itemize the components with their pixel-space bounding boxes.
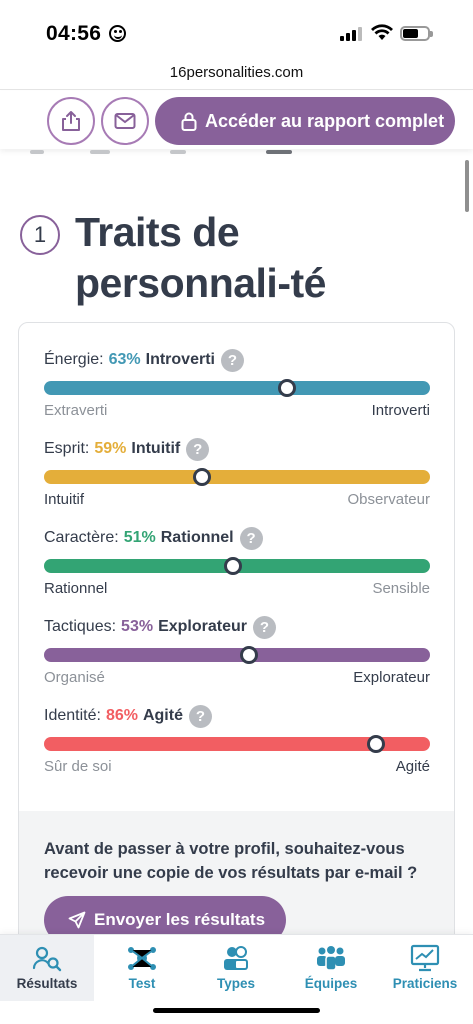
trait-bar-marker: [239, 646, 258, 664]
envelope-icon: [114, 113, 136, 129]
email-button[interactable]: [101, 97, 149, 145]
trait-heading: Identité: 86% Agité?: [44, 704, 430, 728]
trait-percent: 86%: [105, 707, 138, 724]
trait-name: Explorateur: [158, 618, 247, 635]
trait-bar: [44, 468, 430, 486]
trait-bar-labels: Organisé Explorateur: [44, 669, 430, 686]
hero-image-edge: [20, 150, 300, 158]
url-text: 16personalities.com: [169, 64, 304, 81]
trait-right-pole: Sensible: [372, 580, 430, 597]
help-icon[interactable]: ?: [220, 348, 244, 372]
nav-practitioners[interactable]: Praticiens: [378, 935, 472, 1001]
traits-card: Énergie: 63% Introverti? Extraverti Introver…: [18, 322, 455, 962]
trait-name: Rationnel: [160, 529, 234, 546]
help-icon[interactable]: ?: [253, 615, 276, 639]
trait-left-pole: Rationnel: [44, 580, 108, 597]
trait-name: Agité: [142, 707, 183, 724]
nav-types[interactable]: Types: [189, 935, 283, 1001]
trait-row: Tactiques: 53% Explorateur? Organisé Explora…: [44, 615, 430, 686]
trait-percent: 59%: [94, 440, 127, 457]
trait-name: Intuitif: [131, 440, 181, 457]
help-icon[interactable]: ?: [186, 437, 210, 461]
action-row: Accéder au rapport complet: [0, 91, 473, 149]
trait-percent: 63%: [108, 351, 141, 368]
nav-test[interactable]: Test: [95, 935, 189, 1001]
trait-row: Caractère: 51% Rationnel? Rationnel Sensible: [44, 526, 430, 597]
nav-results[interactable]: Résultats: [0, 935, 94, 1001]
email-prompt-text: Avant de passer à votre profil, souhaite…: [44, 840, 418, 882]
trait-percent: 53%: [121, 618, 154, 635]
send-results-label: Envoyer les résultats: [94, 910, 266, 929]
teams-icon: [317, 946, 345, 971]
help-icon[interactable]: ?: [239, 526, 263, 550]
trait-category: Identité:: [44, 707, 101, 724]
full-report-label: Accéder au rapport complet: [205, 110, 445, 131]
trait-bar: [44, 379, 430, 397]
trait-bar-marker: [366, 735, 385, 753]
trait-category: Esprit:: [44, 440, 90, 457]
scrollbar-thumb[interactable]: [465, 160, 469, 212]
trait-percent: 51%: [123, 529, 156, 546]
trait-bar: [44, 735, 430, 753]
nav-test-label: Test: [128, 976, 156, 991]
results-search-icon: [32, 946, 62, 972]
trait-category: Tactiques:: [44, 618, 117, 635]
share-button[interactable]: [47, 97, 95, 145]
trait-right-pole: Observateur: [347, 491, 430, 508]
trait-bar-marker: [278, 379, 297, 397]
trait-bar: [44, 646, 430, 664]
nav-teams-label: Équipes: [304, 976, 358, 991]
trait-row: Énergie: 63% Introverti? Extraverti Introver…: [44, 348, 430, 419]
paper-plane-icon: [68, 911, 86, 929]
trait-category: Énergie:: [44, 351, 104, 368]
trait-left-pole: Extraverti: [44, 402, 108, 419]
trait-heading: Esprit: 59% Intuitif?: [44, 437, 430, 461]
trait-row: Identité: 86% Agité? Sûr de soi Agité: [44, 704, 430, 775]
trait-bar-labels: Sûr de soi Agité: [44, 758, 430, 775]
trait-left-pole: Organisé: [44, 669, 105, 686]
trait-bar-labels: Extraverti Introverti: [44, 402, 430, 419]
cellular-signal-icon: [340, 27, 362, 41]
status-bar: 04:56: [0, 0, 473, 64]
full-report-button[interactable]: Accéder au rapport complet: [155, 97, 455, 145]
trait-bar-marker: [193, 468, 212, 486]
lock-icon: [181, 112, 197, 131]
url-bar[interactable]: 16personalities.com: [0, 60, 473, 90]
nav-types-label: Types: [216, 976, 255, 991]
section-title: Traits de personnali-té: [75, 209, 326, 306]
share-icon: [62, 111, 80, 131]
trait-bar-labels: Rationnel Sensible: [44, 580, 430, 597]
trait-heading: Tactiques: 53% Explorateur?: [44, 615, 430, 639]
trait-right-pole: Agité: [395, 758, 430, 775]
trait-row: Esprit: 59% Intuitif? Intuitif Observateur: [44, 437, 430, 508]
network-icon: [128, 947, 156, 970]
nav-teams[interactable]: Équipes: [284, 935, 378, 1001]
trait-heading: Énergie: 63% Introverti?: [44, 348, 430, 372]
trait-left-pole: Intuitif: [44, 491, 85, 508]
trait-bar-labels: Intuitif Observateur: [44, 491, 430, 508]
nav-results-label: Résultats: [16, 976, 78, 991]
chart-board-icon: [410, 944, 440, 972]
trait-left-pole: Sûr de soi: [44, 758, 112, 775]
section-number: 1: [20, 215, 60, 255]
battery-icon: [400, 26, 433, 41]
trait-bar-marker: [224, 557, 243, 575]
status-time: 04:56: [46, 22, 102, 45]
nav-practitioners-label: Praticiens: [392, 976, 458, 991]
trait-bar: [44, 557, 430, 575]
help-icon[interactable]: ?: [188, 704, 212, 728]
trait-heading: Caractère: 51% Rationnel?: [44, 526, 430, 550]
trait-right-pole: Introverti: [371, 402, 430, 419]
trait-right-pole: Explorateur: [353, 669, 430, 686]
types-people-icon: [224, 946, 248, 970]
trait-name: Introverti: [145, 351, 215, 368]
trait-category: Caractère:: [44, 529, 119, 546]
home-indicator: [153, 1008, 320, 1013]
wifi-icon: [371, 24, 393, 40]
smiley-icon: [109, 25, 126, 42]
